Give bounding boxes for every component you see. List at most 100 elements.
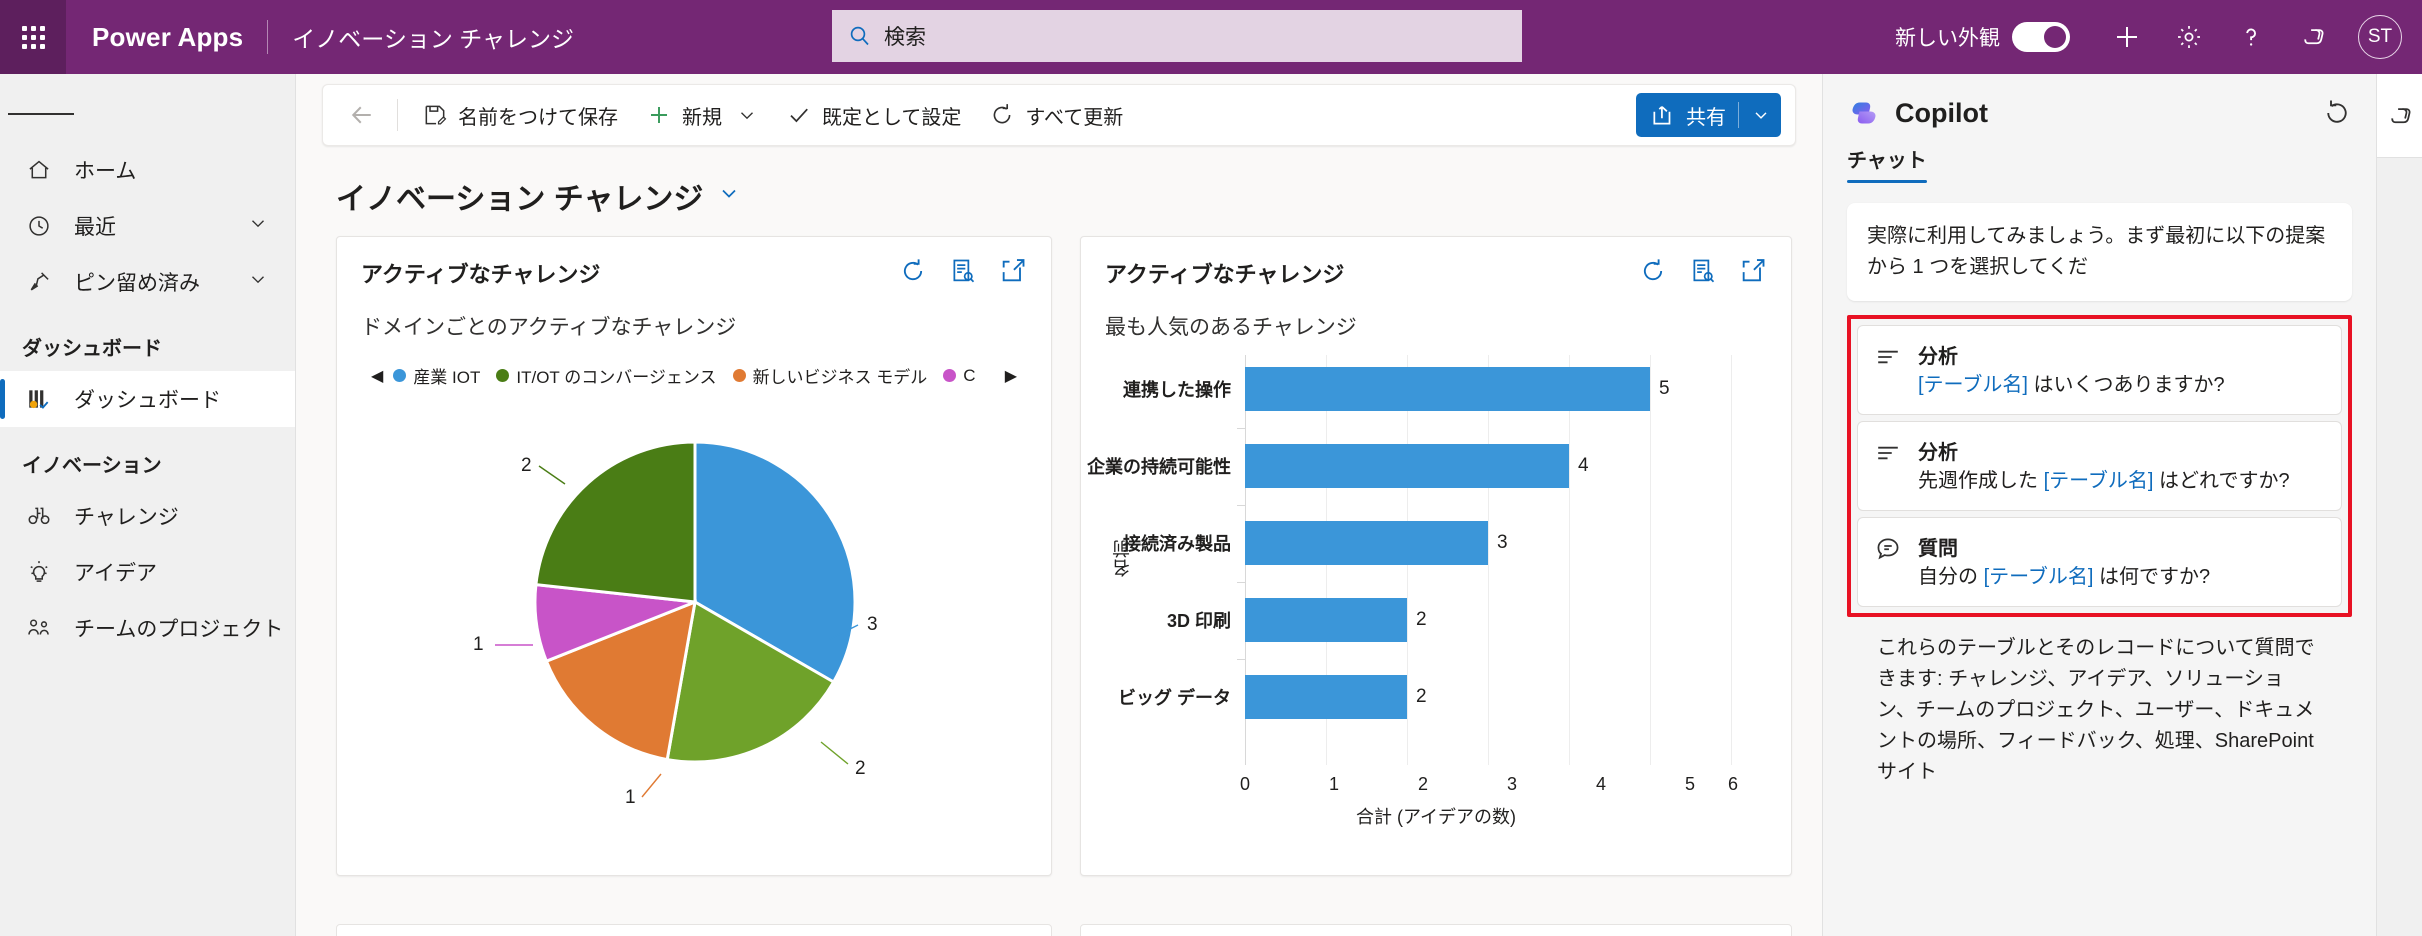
suggestion-suffix: はどれですか? <box>2153 470 2290 492</box>
page-title-label: イノベーション チャレンジ <box>336 183 704 216</box>
bar[interactable] <box>1245 367 1650 411</box>
search-placeholder: 検索 <box>884 26 926 49</box>
legend-label: IT/OT のコンバージェンス <box>516 368 717 387</box>
share-button[interactable]: 共有 <box>1636 93 1781 137</box>
app-launcher-button[interactable] <box>0 0 66 74</box>
new-button[interactable]: 新規 <box>632 93 772 137</box>
sidebar-item-dashboard[interactable]: ダッシュボード <box>0 371 295 427</box>
share-icon <box>1650 102 1676 128</box>
view-records-icon[interactable] <box>1689 257 1717 285</box>
sidebar-item-label: ダッシュボード <box>74 389 221 412</box>
suggestion-content: 分析 [テーブル名] はいくつありますか? <box>1918 340 2225 400</box>
set-default-button[interactable]: 既定として設定 <box>772 93 975 137</box>
analyze-icon <box>1874 340 1908 400</box>
legend-color-swatch <box>393 369 407 382</box>
legend-item[interactable]: C <box>943 365 976 386</box>
bar-row[interactable]: 3D 印刷 2 <box>1167 582 1731 642</box>
chart-card-partial[interactable] <box>1080 924 1792 936</box>
sidebar-item-challenges[interactable]: チャレンジ <box>0 488 295 544</box>
sidebar-item-team-projects[interactable]: チームのプロジェクト <box>0 600 295 656</box>
card-title: アクティブなチャレンジ <box>1105 262 1345 287</box>
bar[interactable] <box>1245 598 1407 642</box>
sidebar-item-home[interactable]: ホーム <box>0 142 295 198</box>
copilot-refresh-button[interactable] <box>2322 98 2352 128</box>
suggestion-card[interactable]: 分析 先週作成した [テーブル名] はどれですか? <box>1857 421 2342 511</box>
copilot-logo-icon <box>1852 102 1876 124</box>
brand-title[interactable]: Power Apps <box>92 22 243 53</box>
copilot-intro-message: 実際に利用してみましょう。まず最初に以下の提案から 1 つを選択してくだ <box>1847 203 2352 301</box>
bar-value-label: 2 <box>1415 686 1427 707</box>
pie-chart[interactable]: 3 2 1 1 2 <box>361 392 1027 812</box>
sidebar-group-innovation: イノベーション <box>22 455 162 477</box>
refresh-all-button[interactable]: すべて更新 <box>975 93 1137 137</box>
help-button[interactable] <box>2220 0 2282 74</box>
chevron-down-icon[interactable] <box>1751 105 1771 125</box>
chevron-down-icon[interactable] <box>247 212 269 240</box>
sidebar-item-pinned[interactable]: ピン留め済み <box>0 254 295 310</box>
copilot-body: 実際に利用してみましょう。まず最初に以下の提案から 1 つを選択してくだ 分析 … <box>1823 183 2376 788</box>
chevron-down-icon[interactable] <box>247 268 269 296</box>
card-header: アクティブなチャレンジ <box>361 257 1027 289</box>
bar-category-label: 3D 印刷 <box>1166 611 1231 631</box>
command-bar-wrapper: 名前をつけて保存 新規 既定として設定 すべて更新 共有 <box>296 74 1822 146</box>
copilot-rail-button[interactable] <box>2377 74 2422 158</box>
bar-row[interactable]: 連携した操作 5 <box>1123 367 1731 411</box>
bar[interactable] <box>1245 444 1569 488</box>
power-apps-window: Power Apps イノベーション チャレンジ 検索 新しい外観 ST ホーム… <box>0 0 2422 936</box>
tab-chat[interactable]: チャット <box>1847 144 1927 183</box>
toggle-switch[interactable] <box>2012 22 2070 52</box>
refresh-icon <box>2327 100 2347 123</box>
legend-item[interactable]: IT/OT のコンバージェンス <box>496 363 717 388</box>
refresh-icon[interactable] <box>899 257 927 285</box>
refresh-icon[interactable] <box>1639 257 1667 285</box>
sidebar-collapse-button[interactable] <box>8 86 74 142</box>
expand-icon[interactable] <box>1739 257 1767 285</box>
bar-row[interactable]: 接続済み製品 3 <box>1123 505 1731 565</box>
chevron-down-icon[interactable] <box>717 179 741 213</box>
command-bar: 名前をつけて保存 新規 既定として設定 すべて更新 共有 <box>322 84 1796 146</box>
x-axis-tick-label: 6 <box>1727 774 1739 794</box>
waffle-icon <box>21 25 45 49</box>
suggestion-suffix: はいくつありますか? <box>2027 374 2225 396</box>
x-axis-tick-label: 2 <box>1417 774 1429 794</box>
legend-label: C <box>963 365 976 385</box>
search-input[interactable]: 検索 <box>832 10 1522 62</box>
legend-label: 新しいビジネス モデル <box>752 368 928 387</box>
x-axis-tick-label: 0 <box>1239 774 1251 794</box>
legend-item[interactable]: 産業 IOT <box>393 363 480 388</box>
card-actions <box>1639 257 1767 285</box>
legend-next-button[interactable]: ▶ <box>995 366 1027 386</box>
sidebar-item-ideas[interactable]: アイデア <box>0 544 295 600</box>
settings-button[interactable] <box>2158 0 2220 74</box>
bar[interactable] <box>1245 521 1488 565</box>
sidebar-item-recent[interactable]: 最近 <box>0 198 295 254</box>
chevron-down-icon[interactable] <box>736 104 758 126</box>
axis-tick <box>1237 659 1245 660</box>
refresh-all-label: すべて更新 <box>1025 106 1124 129</box>
chart-card-partial[interactable] <box>336 924 1052 936</box>
suggestion-card[interactable]: 質問 自分の [テーブル名] は何ですか? <box>1857 517 2342 607</box>
app-body: ホーム 最近 ピン留め済み ダッシュボード ダッシュボード イノベーション チャ… <box>0 74 2422 936</box>
save-as-button[interactable]: 名前をつけて保存 <box>408 93 632 137</box>
card-subtitle: 最も人気のあるチャレンジ <box>1105 316 1357 339</box>
new-look-toggle[interactable]: 新しい外観 <box>1895 22 2070 52</box>
bar-value-label: 3 <box>1497 532 1508 553</box>
expand-icon[interactable] <box>999 257 1027 285</box>
add-button[interactable] <box>2096 0 2158 74</box>
legend-item[interactable]: 新しいビジネス モデル <box>732 363 928 388</box>
suggestion-card[interactable]: 分析 [テーブル名] はいくつありますか? <box>1857 325 2342 415</box>
page-title[interactable]: イノベーション チャレンジ <box>296 146 1822 236</box>
bar-row[interactable]: ビッグ データ 2 <box>1118 659 1731 719</box>
bar-value-label: 5 <box>1658 378 1670 399</box>
chart-card-pie: アクティブなチャレンジ ドメインごとのアクティブなチャレンジ ◀ 産業 IOT … <box>336 236 1052 876</box>
back-button[interactable] <box>337 93 387 137</box>
bar-chart[interactable]: 名前 連携した操作 5 企業の持続可能性 4 接続済み製品 3 3D 印刷 2 … <box>1087 349 1767 829</box>
bar[interactable] <box>1245 675 1407 719</box>
tab-chat-label: チャット <box>1847 150 1927 172</box>
view-records-icon[interactable] <box>949 257 977 285</box>
user-avatar[interactable]: ST <box>2358 15 2402 59</box>
bar-row[interactable]: 企業の持続可能性 4 <box>1087 428 1731 488</box>
copilot-toggle-button[interactable] <box>2282 0 2344 74</box>
cards-row-below <box>336 924 1792 936</box>
legend-prev-button[interactable]: ◀ <box>361 366 393 386</box>
